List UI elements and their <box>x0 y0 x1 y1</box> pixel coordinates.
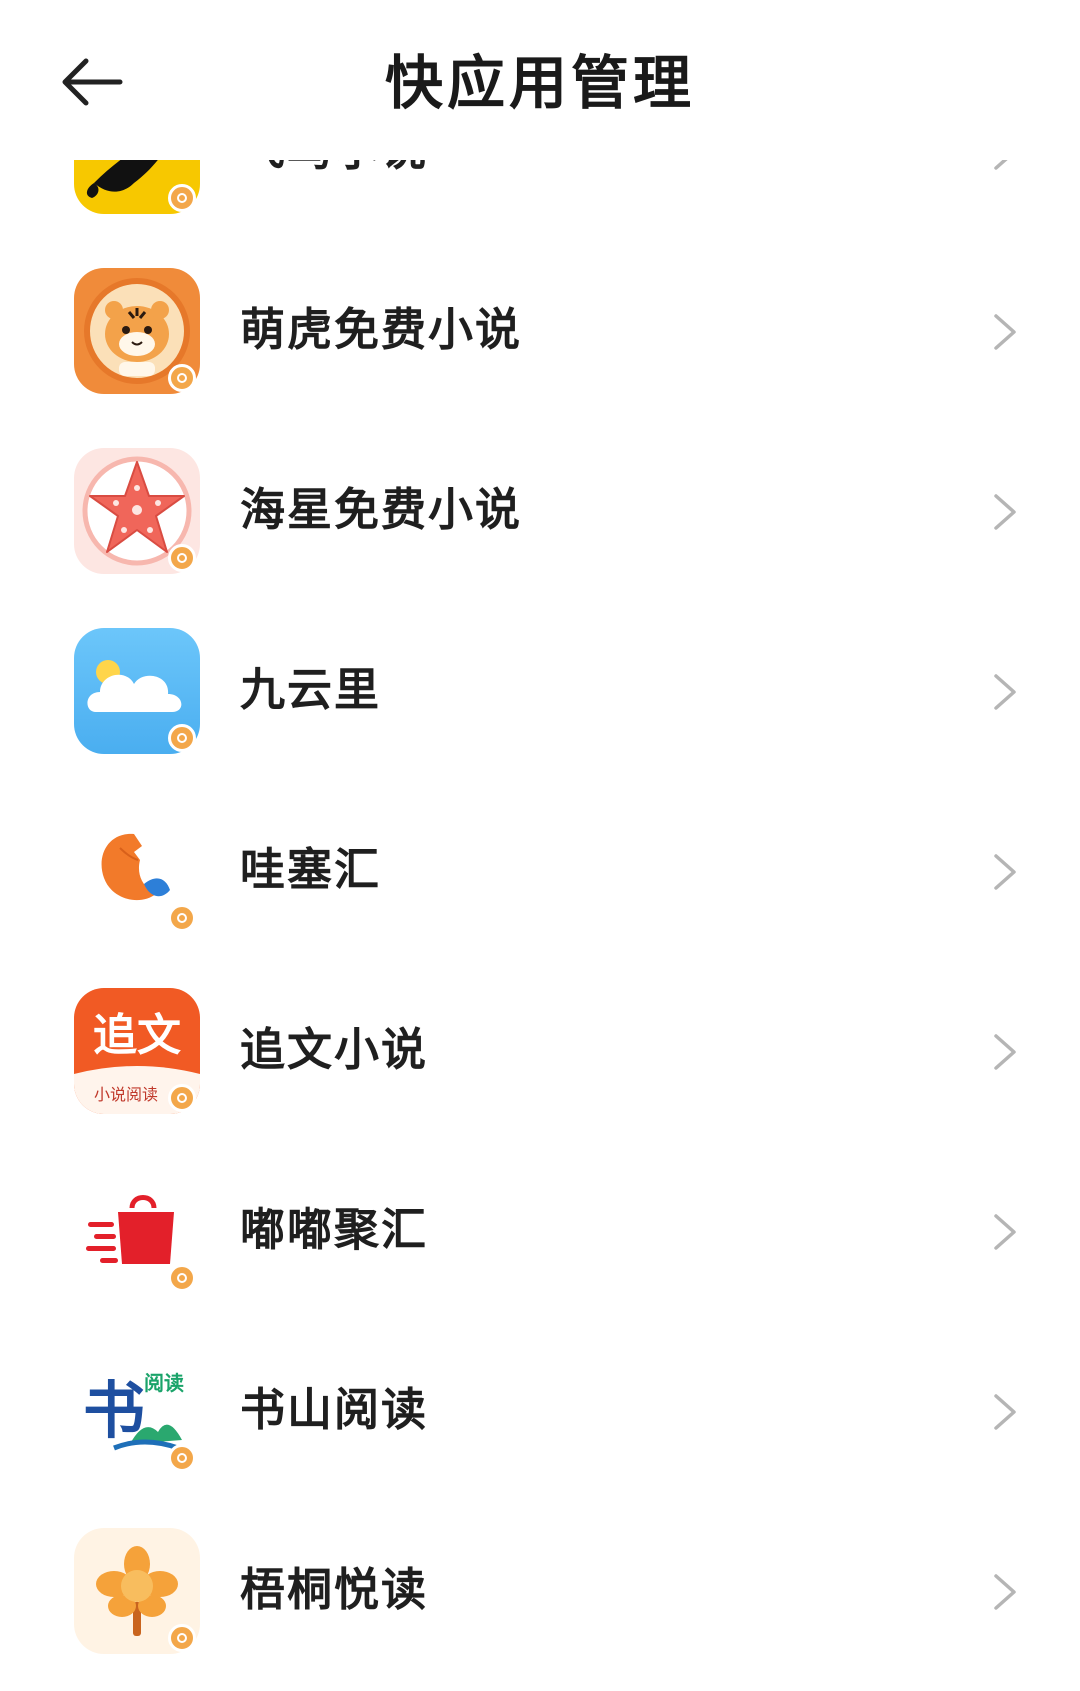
chevron-right-icon <box>994 854 1016 890</box>
chevron-right-icon <box>994 1394 1016 1430</box>
app-name: 追文小说 <box>240 1023 429 1076</box>
list-item-haixing[interactable]: 海星免费小说 <box>0 420 1080 600</box>
quick-app-badge-icon <box>168 1084 196 1112</box>
list-item-menghu[interactable]: 萌虎免费小说 <box>0 240 1080 420</box>
app-name: 萌虎免费小说 <box>240 303 523 356</box>
quick-app-badge-icon <box>168 184 196 212</box>
quick-app-badge-icon <box>168 544 196 572</box>
chevron-right-icon <box>994 1574 1016 1610</box>
quick-app-badge-icon <box>168 1264 196 1292</box>
quick-app-badge-icon <box>168 724 196 752</box>
list-item-jiuyunli[interactable]: 九云里 <box>0 600 1080 780</box>
app-name: 梧桐悦读 <box>240 1563 429 1616</box>
chevron-right-icon <box>994 314 1016 350</box>
app-name: 哇塞汇 <box>240 843 382 896</box>
shushan-logo-subtext: 阅读 <box>144 1371 184 1395</box>
chevron-right-icon <box>994 494 1016 530</box>
page-title: 快应用管理 <box>384 49 695 117</box>
app-name: 海星免费小说 <box>240 483 523 536</box>
quick-app-badge-icon <box>168 1444 196 1472</box>
app-name: 九云里 <box>240 663 382 716</box>
chevron-right-icon <box>994 160 1008 170</box>
list-item-duduju[interactable]: 嘟嘟聚汇 <box>0 1140 1080 1320</box>
quick-app-badge-icon <box>168 904 196 932</box>
chevron-right-icon <box>994 674 1016 710</box>
list-item-wutong[interactable]: 梧桐悦读 <box>0 1500 1080 1680</box>
list-item-wasaihui[interactable]: 哇塞汇 <box>0 780 1080 960</box>
app-name: 嘟嘟聚汇 <box>240 1203 429 1256</box>
chevron-right-icon <box>994 1034 1016 1070</box>
zhuiwen-logo-subtext: 小说阅读 <box>94 1085 158 1104</box>
app-bar: 快应用管理 <box>0 0 1080 160</box>
quick-app-badge-icon <box>168 1624 196 1652</box>
app-name: 书山阅读 <box>240 1383 429 1436</box>
app-name: 飞鸟小说 <box>240 160 428 180</box>
quick-app-badge-icon <box>168 364 196 392</box>
app-list[interactable]: 飞鸟小说 <box>0 160 1080 1691</box>
list-item-feiniao[interactable]: 飞鸟小说 <box>0 160 1080 240</box>
chevron-right-icon <box>994 1214 1016 1250</box>
list-item-shushan[interactable]: 书 阅读 书山阅读 <box>0 1320 1080 1500</box>
zhuiwen-logo-text: 追文 <box>93 1010 181 1061</box>
list-item-zhuiwen[interactable]: 追文 小说阅读 追文小说 <box>0 960 1080 1140</box>
